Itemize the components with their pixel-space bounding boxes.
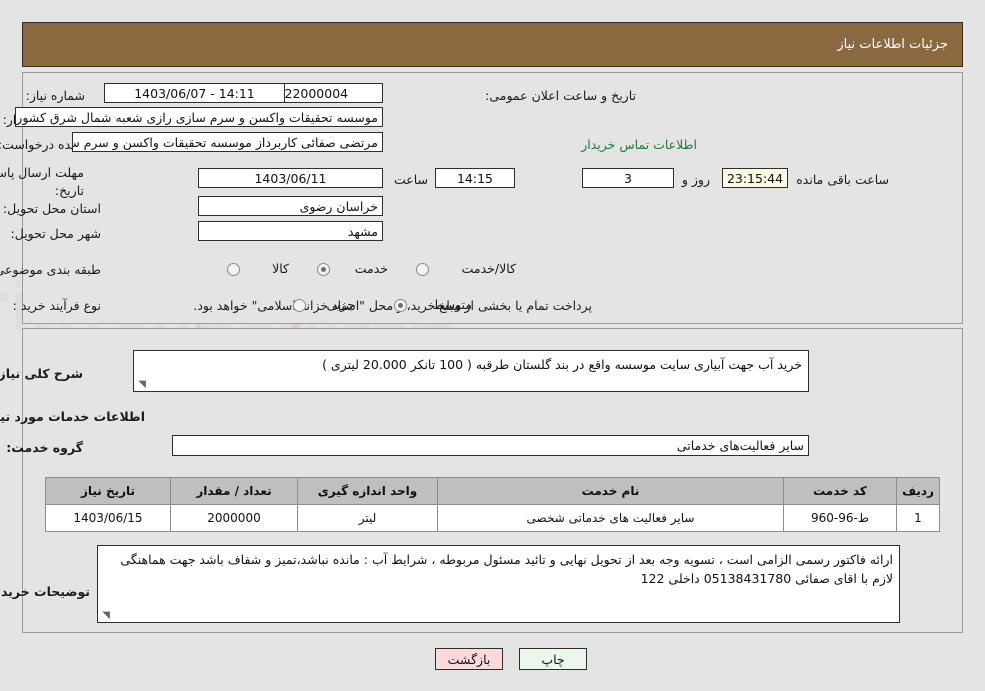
buyer-contact-link[interactable]: اطلاعات تماس خریدار bbox=[581, 137, 697, 152]
table-row: 1 ط-96-960 سایر فعالیت های خدماتی شخصی ل… bbox=[45, 504, 940, 532]
province-value: خراسان رضوی bbox=[198, 196, 383, 216]
print-button[interactable]: چاپ bbox=[519, 648, 587, 670]
buyer-org-value: موسسه تحقیقات واکسن و سرم سازی رازی شعبه… bbox=[15, 107, 383, 127]
cell-service-name: سایر فعالیت های خدماتی شخصی bbox=[437, 504, 784, 532]
category-option-kala-khedmat: کالا/خدمت bbox=[461, 261, 516, 276]
table-header-row: ردیف کد خدمت نام خدمت واحد اندازه گیری ت… bbox=[45, 477, 940, 505]
deadline-label-line1: مهلت ارسال پاسخ: تا bbox=[0, 165, 84, 180]
category-label: طبقه بندی موضوعی: bbox=[0, 262, 101, 277]
resize-grip-icon-notes[interactable]: ◥ bbox=[100, 611, 110, 621]
deadline-days-value: 3 bbox=[582, 168, 674, 188]
buyer-notes-textarea[interactable]: ارائه فاکتور رسمی الزامی است ، تسویه وجه… bbox=[97, 545, 900, 623]
th-service-name: نام خدمت bbox=[437, 477, 784, 505]
requester-value: مرتضی صفائی کاربرداز موسسه تحقیقات واکسن… bbox=[72, 132, 383, 152]
deadline-days-label: روز و bbox=[681, 172, 710, 187]
deadline-time-value: 14:15 bbox=[435, 168, 515, 188]
city-label: شهر محل تحویل: bbox=[10, 226, 101, 241]
category-radio-kala[interactable] bbox=[227, 263, 240, 276]
cell-service-code: ط-96-960 bbox=[783, 504, 897, 532]
deadline-countdown-value: 23:15:44 bbox=[722, 168, 788, 188]
page-title: جزئیات اطلاعات نیاز bbox=[837, 37, 948, 52]
service-group-label: گروه خدمت: bbox=[6, 440, 83, 455]
resize-grip-icon[interactable]: ◥ bbox=[136, 380, 146, 390]
announce-datetime-label: تاریخ و ساعت اعلان عمومی: bbox=[485, 88, 636, 103]
need-number-label: شماره نیاز: bbox=[25, 88, 85, 103]
general-desc-textarea[interactable]: خرید آب جهت آبیاری سایت موسسه واقع در بن… bbox=[133, 350, 809, 392]
service-group-value: سایر فعالیت‌های خدماتی bbox=[172, 435, 809, 456]
th-unit: واحد اندازه گیری bbox=[297, 477, 438, 505]
th-need-date: تاریخ نیاز bbox=[45, 477, 171, 505]
deadline-date-value: 1403/06/11 bbox=[198, 168, 383, 188]
announce-datetime-value: 1403/06/07 - 14:11 bbox=[104, 83, 285, 103]
purchase-type-radio-motevasset[interactable] bbox=[394, 299, 407, 312]
buyer-notes-value: ارائه فاکتور رسمی الزامی است ، تسویه وجه… bbox=[120, 552, 893, 587]
cell-need-date: 1403/06/15 bbox=[45, 504, 171, 532]
page-root: AriaTender.net جزئیات اطلاعات نیاز شماره… bbox=[0, 0, 985, 691]
cell-quantity: 2000000 bbox=[170, 504, 298, 532]
services-section-title: اطلاعات خدمات مورد نیاز bbox=[0, 409, 145, 424]
category-radio-kala-khedmat[interactable] bbox=[416, 263, 429, 276]
purchase-type-option-motevasset: متوسط bbox=[432, 297, 472, 312]
cell-unit: لیتر bbox=[297, 504, 438, 532]
category-radio-khedmat[interactable] bbox=[317, 263, 330, 276]
services-table: ردیف کد خدمت نام خدمت واحد اندازه گیری ت… bbox=[45, 477, 940, 532]
category-option-kala: کالا bbox=[272, 261, 289, 276]
deadline-label-line2: تاریخ: bbox=[54, 183, 84, 198]
purchase-type-label: نوع فرآیند خرید : bbox=[12, 298, 101, 313]
category-option-khedmat: خدمت bbox=[354, 261, 388, 276]
th-service-code: کد خدمت bbox=[783, 477, 897, 505]
general-desc-value: خرید آب جهت آبیاری سایت موسسه واقع در بن… bbox=[322, 357, 802, 372]
page-header-bar: جزئیات اطلاعات نیاز bbox=[22, 22, 963, 67]
general-desc-label: شرح کلی نیاز: bbox=[0, 366, 83, 381]
back-button[interactable]: بازگشت bbox=[435, 648, 503, 670]
province-label: استان محل تحویل: bbox=[2, 201, 101, 216]
purchase-type-option-jozii: جزیی bbox=[326, 297, 355, 312]
th-row-no: ردیف bbox=[896, 477, 940, 505]
th-quantity: تعداد / مقدار bbox=[170, 477, 298, 505]
buyer-notes-label: توضیحات خریدار: bbox=[0, 584, 90, 599]
payment-note: پرداخت تمام یا بخشی از مبلغ خرید،از محل … bbox=[193, 298, 592, 313]
deadline-remaining-label: ساعت باقی مانده bbox=[796, 172, 889, 187]
purchase-type-radio-jozii[interactable] bbox=[293, 299, 306, 312]
cell-row-no: 1 bbox=[896, 504, 940, 532]
deadline-time-label: ساعت bbox=[393, 172, 428, 187]
city-value: مشهد bbox=[198, 221, 383, 241]
